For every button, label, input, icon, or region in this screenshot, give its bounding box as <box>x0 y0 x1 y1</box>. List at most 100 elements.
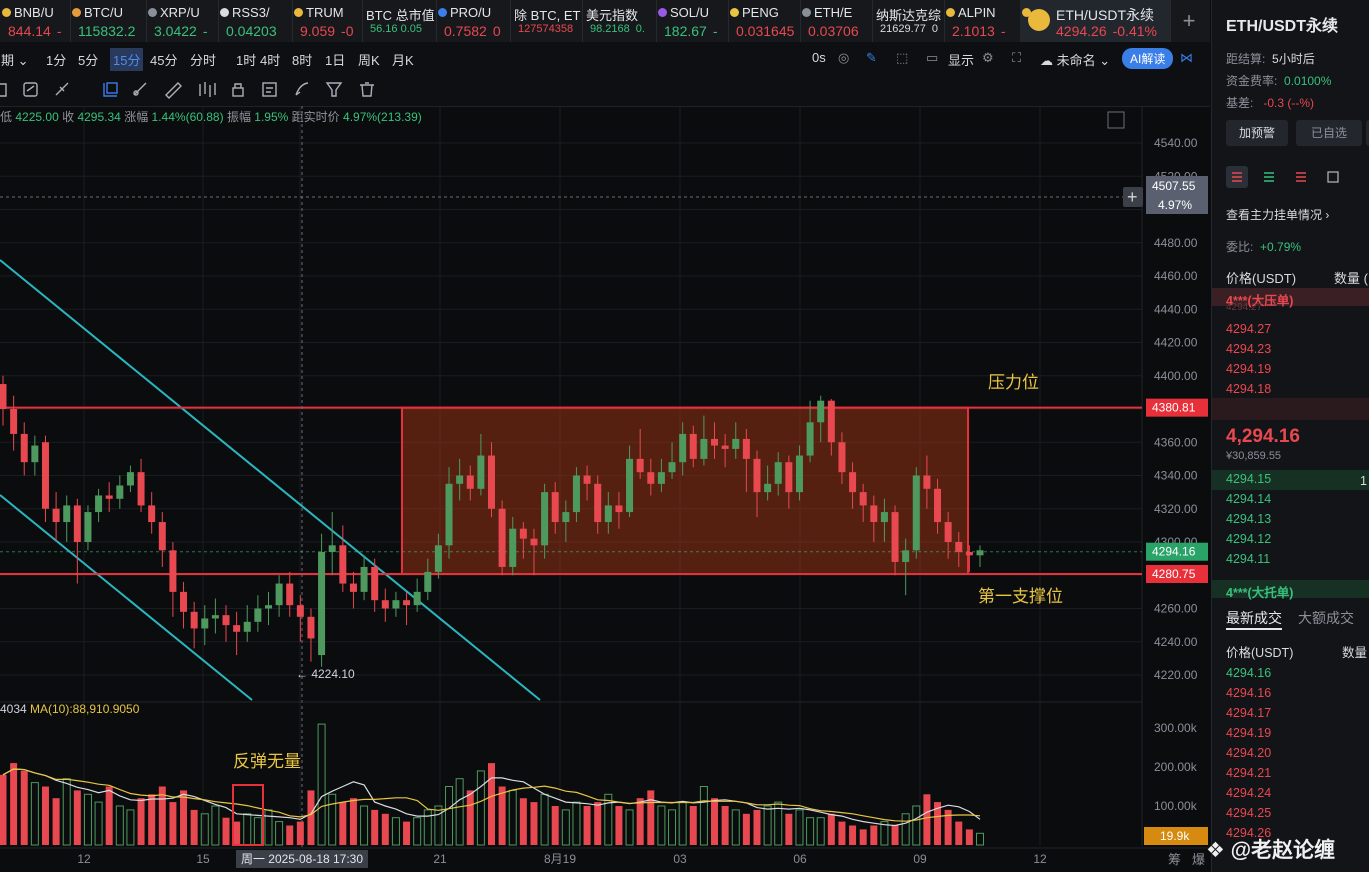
display-menu[interactable]: 显示 <box>948 50 974 69</box>
volume-current-tag: 19.9k <box>1160 829 1190 843</box>
coin-icon <box>802 8 811 17</box>
candle-body <box>158 522 166 551</box>
ticker-tab[interactable]: 纳斯达克综 21629.77 0 <box>872 0 945 42</box>
candle-body <box>169 550 177 592</box>
countdown-label[interactable]: 0s <box>812 50 826 65</box>
x-tick-label: 09 <box>913 852 927 866</box>
candle-body <box>10 409 18 434</box>
timeframe-option[interactable]: 45分 <box>150 50 177 69</box>
candle-body <box>806 422 814 456</box>
candle-body <box>923 475 931 489</box>
lock-icon[interactable] <box>232 83 244 97</box>
indicator-icon[interactable] <box>199 82 216 97</box>
ticker-tab[interactable]: ETH/E 0.03706 <box>800 0 873 42</box>
ticker-price: 21629.77 0 <box>880 23 939 35</box>
timeframe-option[interactable]: 分时 <box>190 50 216 69</box>
ai-analysis-button[interactable]: AI解读 <box>1122 48 1174 69</box>
volume-bar <box>52 798 60 845</box>
eraser-tool-icon[interactable] <box>55 82 69 96</box>
timeframe-option[interactable]: 月K <box>392 50 414 69</box>
magnet-tool-icon[interactable] <box>23 82 38 97</box>
binance-logo-icon <box>1028 9 1050 31</box>
candle-body <box>636 458 644 473</box>
timeframe-option[interactable]: 15分 <box>110 48 144 71</box>
volume-bar <box>233 821 241 845</box>
draw-icon[interactable]: ✎ <box>866 50 877 66</box>
timeframe-option[interactable]: 周K <box>358 50 380 69</box>
ticker-tab[interactable]: PRO/U 0.7582 0 <box>436 0 511 42</box>
ticker-tab[interactable]: BTC/U 115832.2 <box>70 0 147 42</box>
ticker-tab[interactable]: BTC 总市值 56.16 0.05 <box>362 0 437 42</box>
ticker-tab[interactable]: RSS3/0.04203 <box>218 0 293 42</box>
candle-body <box>434 545 442 572</box>
watermark: ❖ @老赵论缠 <box>1206 839 1336 862</box>
brush-icon[interactable] <box>295 82 309 96</box>
crosshair-price: 4507.55 <box>1152 179 1196 193</box>
rect-select-icon[interactable] <box>103 82 118 97</box>
volume-tick-label: 300.00k <box>1154 721 1198 735</box>
volume-bar <box>572 801 581 846</box>
ruler-icon[interactable] <box>133 82 147 96</box>
timeframe-option[interactable]: 5分 <box>78 50 98 69</box>
timeframe-option[interactable]: 1分 <box>46 50 66 69</box>
trades-qty-header: 数量 <box>1342 646 1368 660</box>
note-icon[interactable] <box>262 82 277 97</box>
candle-body <box>445 483 453 546</box>
main-orders-link[interactable]: 查看主力挂单情况 › <box>1226 206 1329 223</box>
candle-body <box>838 442 846 473</box>
ticker-tab[interactable]: BNB/U 844.14- <box>0 0 71 42</box>
candle-body <box>721 445 729 449</box>
candle-body <box>296 605 304 617</box>
ticker-tab[interactable]: TRUM 9.059 -0 <box>292 0 363 42</box>
window-icon[interactable]: ⬚ <box>896 50 908 66</box>
add-alert-button[interactable]: 加预警 <box>1226 120 1288 146</box>
candle-body <box>742 438 750 459</box>
ticker-tab[interactable]: ETH/USDT永续 4294.26 -0.41% <box>1020 0 1171 42</box>
ticker-tab[interactable]: SOL/U 182.67- <box>656 0 729 42</box>
ticker-name: 纳斯达克综 <box>876 8 942 23</box>
filter-icon[interactable] <box>325 82 343 97</box>
expand-icon[interactable] <box>1107 111 1125 129</box>
candle-body <box>902 550 910 562</box>
ticker-price: 2.1013- <box>952 23 1006 39</box>
trash-icon[interactable] <box>360 82 374 97</box>
candle-body <box>594 483 602 523</box>
timeframe-option[interactable]: 8时 <box>292 50 312 69</box>
volume-bar <box>508 789 517 846</box>
timeframe-option[interactable]: 4时 <box>260 50 280 69</box>
camera-icon[interactable]: ◎ <box>838 50 849 66</box>
share-icon[interactable]: ⋈ <box>1180 50 1193 66</box>
y-tick-label: 4400.00 <box>1154 369 1198 383</box>
candlestick-chart[interactable]: 4540.004520.004500.004480.004460.004440.… <box>0 106 1210 872</box>
volume-bar <box>466 790 474 845</box>
ticker-tab[interactable]: XRP/U 3.0422- <box>146 0 219 42</box>
layout-icon[interactable]: ▭ <box>926 50 938 66</box>
fullscreen-icon[interactable]: ⛶ <box>1012 50 1021 66</box>
candle-body <box>328 545 336 552</box>
timeframe-option[interactable]: 1时 <box>236 50 256 69</box>
volume-bar <box>615 806 623 845</box>
ticker-tab[interactable]: ALPIN 2.1013- <box>944 0 1021 42</box>
candle-body <box>307 616 315 639</box>
layout-name-menu[interactable]: ☁ 未命名 ⌄ <box>1040 50 1110 69</box>
ticker-tab[interactable]: PENG 0.031645 <box>728 0 801 42</box>
coin-icon <box>730 8 739 17</box>
timeframe-period-menu[interactable]: 周期 ⌄ <box>0 50 29 69</box>
volume-bar <box>253 817 262 846</box>
trade-row: 4294.17 <box>1226 706 1272 720</box>
candle-body <box>95 495 103 513</box>
pen-icon[interactable] <box>165 82 182 99</box>
watchlisted-button[interactable]: 已自选 <box>1296 120 1362 146</box>
settings-icon[interactable]: ⚙ <box>982 50 994 66</box>
volume-bar <box>561 809 570 846</box>
ticker-name: 除 BTC, ET <box>514 8 581 23</box>
cursor-tool-icon[interactable] <box>0 83 7 97</box>
add-tab-icon[interactable]: + <box>1176 8 1202 34</box>
ticker-tab[interactable]: 除 BTC, ET 127574358 <box>510 0 583 42</box>
orderbook-view-switch[interactable] <box>1226 166 1356 188</box>
volume-bar <box>827 813 835 845</box>
ticker-tab[interactable]: 美元指数 98.2168 0. <box>582 0 657 42</box>
timeframe-option[interactable]: 1日 <box>325 50 345 69</box>
candle-body <box>891 512 899 562</box>
candle-body <box>233 625 241 632</box>
